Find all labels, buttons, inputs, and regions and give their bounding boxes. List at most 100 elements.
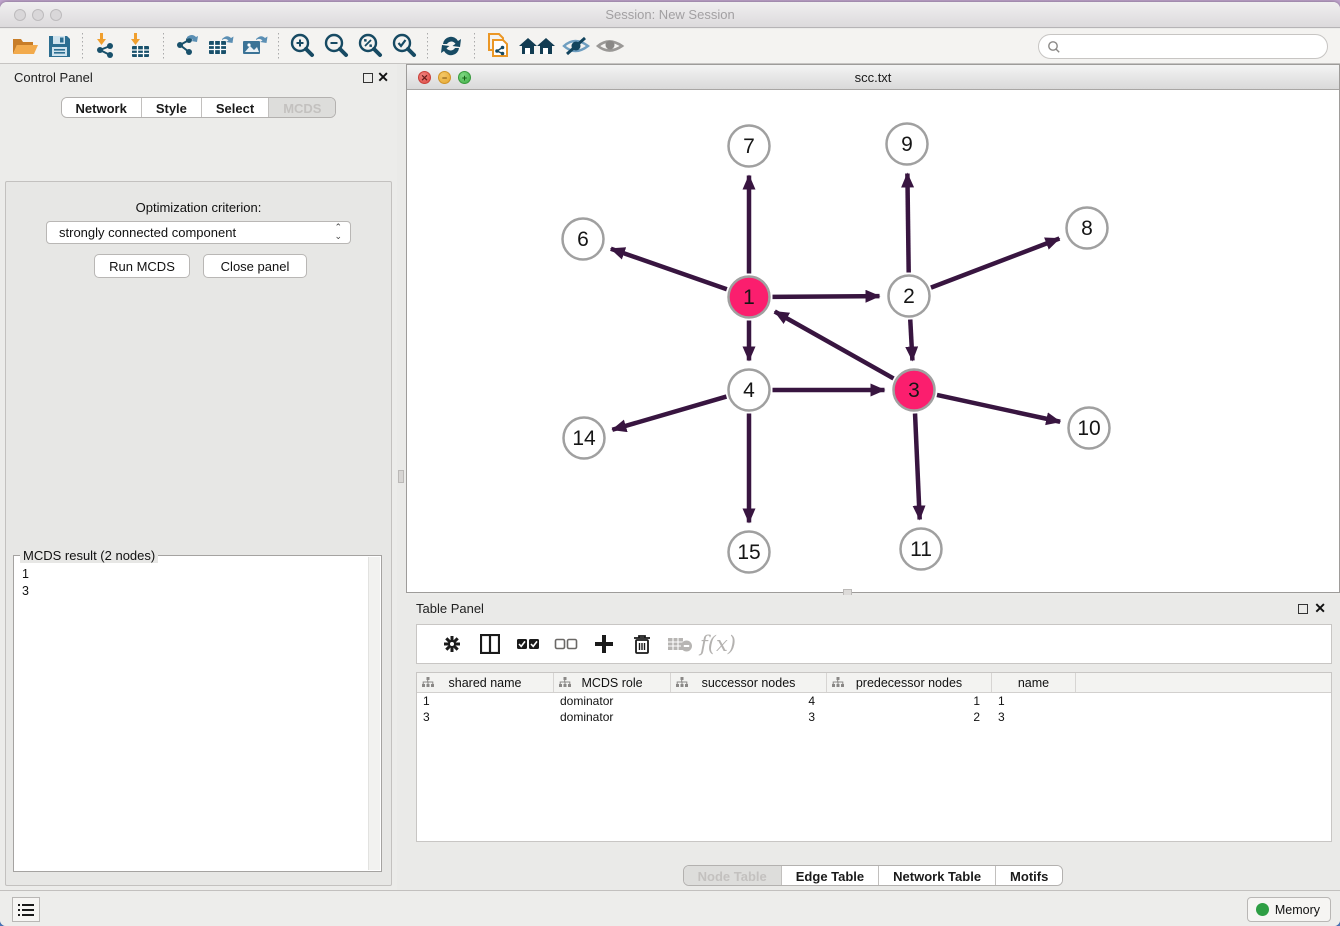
node-7[interactable]: 7 (729, 126, 770, 167)
node-9[interactable]: 9 (887, 124, 928, 165)
first-neighbors-button[interactable] (515, 31, 559, 61)
edge-3-10[interactable] (937, 395, 1060, 422)
tab-mcds[interactable]: MCDS (269, 98, 335, 117)
edge-2-9[interactable] (907, 173, 908, 272)
memory-button[interactable]: Memory (1247, 897, 1331, 922)
hide-selected-button[interactable] (559, 31, 593, 61)
edge-4-14[interactable] (612, 397, 726, 430)
cell-successor-nodes[interactable]: 3 (671, 709, 827, 725)
deselect-all-columns-button[interactable] (547, 629, 585, 659)
cell-MCDS-role[interactable]: dominator (554, 709, 671, 725)
copy-view-button[interactable] (481, 31, 515, 61)
table-float-panel-icon[interactable] (1298, 604, 1308, 614)
table-settings-button[interactable] (433, 629, 471, 659)
select-all-columns-button[interactable] (509, 629, 547, 659)
run-mcds-button[interactable]: Run MCDS (94, 254, 190, 278)
columns-icon (480, 634, 500, 654)
edge-2-8[interactable] (931, 239, 1059, 288)
node-8[interactable]: 8 (1067, 208, 1108, 249)
cell-MCDS-role[interactable]: dominator (554, 693, 671, 709)
splitter-grip[interactable] (398, 470, 404, 483)
export-network-button[interactable] (170, 31, 204, 61)
import-network-button[interactable] (89, 31, 123, 61)
column-header-successor-nodes[interactable]: successor nodes (671, 673, 827, 692)
node-label: 1 (743, 286, 755, 309)
zoom-selected-button[interactable] (387, 31, 421, 61)
create-column-button[interactable] (585, 629, 623, 659)
node-10[interactable]: 10 (1069, 408, 1110, 449)
vertical-splitter[interactable] (397, 64, 406, 890)
search-input[interactable] (1061, 39, 1327, 54)
network-canvas[interactable]: 7 9 6 8 1 2 4 3 14 10 15 11 (407, 90, 1339, 592)
show-all-button[interactable] (593, 31, 627, 61)
zoom-out-button[interactable] (319, 31, 353, 61)
status-bar: Memory (0, 890, 1340, 926)
edge-1-2[interactable] (772, 296, 879, 297)
export-table-button[interactable] (204, 31, 238, 61)
cell-shared-name[interactable]: 1 (417, 693, 554, 709)
delete-table-button[interactable] (661, 629, 699, 659)
window-title: Session: New Session (0, 7, 1340, 22)
network-graph[interactable]: 7 9 6 8 1 2 4 3 14 10 15 11 (407, 90, 1339, 593)
node-14[interactable]: 14 (564, 418, 605, 459)
table-row[interactable]: 1dominator411 (417, 693, 1331, 709)
task-history-button[interactable] (12, 897, 40, 922)
delete-column-button[interactable] (623, 629, 661, 659)
node-table: shared nameMCDS rolesuccessor nodesprede… (416, 672, 1332, 842)
column-header-MCDS-role[interactable]: MCDS role (554, 673, 671, 692)
node-4[interactable]: 4 (729, 370, 770, 411)
save-session-button[interactable] (42, 31, 76, 61)
table-body: 1dominator4113dominator323 (417, 693, 1331, 725)
zoom-fit-button[interactable] (353, 31, 387, 61)
eye-icon (595, 34, 625, 58)
node-1[interactable]: 1 (729, 277, 770, 318)
table-close-panel-icon[interactable]: ✕ (1314, 600, 1326, 617)
zoom-in-button[interactable] (285, 31, 319, 61)
optimization-criterion-dropdown[interactable]: strongly connected component ⌃⌄ (46, 221, 351, 244)
node-label: 8 (1081, 217, 1093, 240)
tab-motifs[interactable]: Motifs (996, 866, 1062, 885)
export-image-icon (241, 33, 269, 59)
tab-network-table[interactable]: Network Table (879, 866, 996, 885)
node-6[interactable]: 6 (563, 219, 604, 260)
close-panel-icon[interactable]: ✕ (377, 69, 389, 86)
show-column-panel-button[interactable] (471, 629, 509, 659)
function-builder-button[interactable]: f(x) (699, 629, 737, 659)
tab-select[interactable]: Select (202, 98, 269, 117)
column-header-name[interactable]: name (992, 673, 1076, 692)
mcds-result-scrollbar[interactable] (368, 557, 380, 870)
column-header-shared-name[interactable]: shared name (417, 673, 554, 692)
node-2[interactable]: 2 (889, 276, 930, 317)
tab-edge-table[interactable]: Edge Table (782, 866, 879, 885)
node-3[interactable]: 3 (894, 370, 935, 411)
mcds-result-text[interactable]: 1 3 (22, 566, 367, 869)
toolbar-separator (474, 33, 475, 59)
export-image-button[interactable] (238, 31, 272, 61)
edge-3-1[interactable] (775, 311, 894, 378)
titlebar: Session: New Session (0, 2, 1340, 28)
cell-predecessor-nodes[interactable]: 2 (827, 709, 992, 725)
table-row[interactable]: 3dominator323 (417, 709, 1331, 725)
refresh-network-button[interactable] (434, 31, 468, 61)
open-session-button[interactable] (8, 31, 42, 61)
tab-node-table[interactable]: Node Table (684, 866, 782, 885)
edge-3-11[interactable] (915, 413, 920, 519)
node-15[interactable]: 15 (729, 532, 770, 573)
edge-2-3[interactable] (910, 319, 912, 360)
edge-1-6[interactable] (611, 249, 727, 290)
node-11[interactable]: 11 (901, 529, 942, 570)
sort-hierarchy-icon (832, 677, 844, 688)
close-panel-button[interactable]: Close panel (203, 254, 307, 278)
tab-network[interactable]: Network (62, 98, 142, 117)
column-header-predecessor-nodes[interactable]: predecessor nodes (827, 673, 992, 692)
import-table-button[interactable] (123, 31, 157, 61)
cell-name[interactable]: 1 (992, 693, 1076, 709)
cell-successor-nodes[interactable]: 4 (671, 693, 827, 709)
float-panel-icon[interactable] (363, 73, 373, 83)
cell-shared-name[interactable]: 3 (417, 709, 554, 725)
cell-name[interactable]: 3 (992, 709, 1076, 725)
tab-style[interactable]: Style (142, 98, 202, 117)
mcds-result-title: MCDS result (2 nodes) (20, 548, 158, 563)
cell-predecessor-nodes[interactable]: 1 (827, 693, 992, 709)
search-field[interactable] (1038, 34, 1328, 59)
